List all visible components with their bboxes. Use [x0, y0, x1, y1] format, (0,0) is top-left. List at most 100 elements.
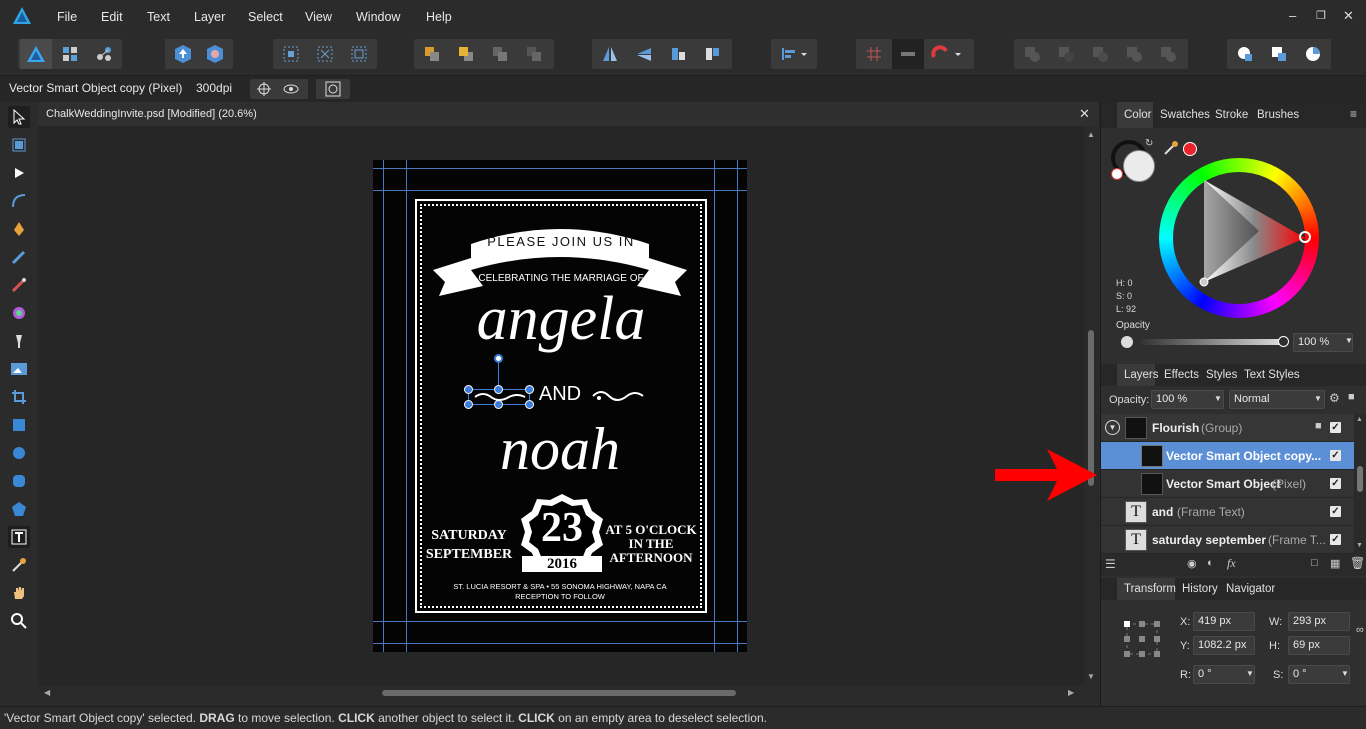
- menu-file[interactable]: File: [57, 10, 77, 24]
- y-field[interactable]: 1082.2 px: [1193, 636, 1255, 655]
- tab-navigator[interactable]: Navigator: [1226, 583, 1275, 595]
- layers-stack-icon[interactable]: ☰: [1105, 557, 1116, 571]
- tab-text-styles[interactable]: Text Styles: [1244, 369, 1300, 381]
- no-fill-icon[interactable]: [1111, 168, 1123, 180]
- horizontal-scroll-thumb[interactable]: [382, 690, 736, 696]
- flip-vertical-icon[interactable]: [628, 39, 660, 69]
- layer-visibility-checkbox[interactable]: ✓: [1330, 450, 1341, 461]
- move-to-back-icon[interactable]: [416, 39, 448, 69]
- eyedropper-icon[interactable]: [1163, 140, 1179, 159]
- app-logo-icon[interactable]: [12, 6, 32, 26]
- layer-row[interactable]: T saturday september (Frame T... ✓: [1101, 526, 1366, 554]
- color-picker-tool-icon[interactable]: [8, 554, 30, 576]
- panel-menu-icon[interactable]: ≡: [1350, 107, 1357, 121]
- handle-br[interactable]: [525, 400, 534, 409]
- lock-icon[interactable]: ■: [1348, 391, 1355, 403]
- scroll-up-icon[interactable]: ▲: [1087, 130, 1095, 139]
- add-pixel-layer-icon[interactable]: ▦: [1330, 557, 1340, 570]
- swap-colors-icon[interactable]: ↻: [1145, 138, 1153, 149]
- color-wheel[interactable]: [1159, 158, 1319, 318]
- handle-bl[interactable]: [464, 400, 473, 409]
- blend-mode-select[interactable]: Normal: [1229, 390, 1325, 409]
- handle-bc[interactable]: [494, 400, 503, 409]
- rectangle-tool-icon[interactable]: [8, 414, 30, 436]
- layers-scroll-down-icon[interactable]: ▼: [1356, 542, 1363, 549]
- expand-chevron-icon[interactable]: ▼: [1105, 420, 1120, 435]
- rounded-rect-tool-icon[interactable]: [8, 470, 30, 492]
- insert-behind-icon[interactable]: [1229, 39, 1261, 69]
- move-to-front-icon[interactable]: [518, 39, 550, 69]
- xor-icon[interactable]: [1118, 39, 1150, 69]
- close-window-icon[interactable]: ✕: [1343, 8, 1354, 24]
- ellipse-tool-icon[interactable]: [8, 442, 30, 464]
- grid-icon[interactable]: [858, 39, 890, 69]
- scroll-left-icon[interactable]: ◀: [44, 688, 50, 697]
- tab-styles[interactable]: Styles: [1206, 369, 1237, 381]
- subtract-icon[interactable]: [1050, 39, 1082, 69]
- layers-scrollbar[interactable]: ▲ ▼: [1354, 414, 1366, 554]
- text-tool-icon[interactable]: [8, 526, 30, 548]
- h-field[interactable]: 69 px: [1288, 636, 1350, 655]
- fx-icon[interactable]: fx: [1227, 556, 1236, 571]
- picked-color-swatch[interactable]: [1183, 142, 1197, 156]
- handle-tc[interactable]: [494, 385, 503, 394]
- rotate-left-icon[interactable]: [662, 39, 694, 69]
- crop-tool-icon[interactable]: [8, 386, 30, 408]
- tab-transform[interactable]: Transform: [1124, 583, 1176, 595]
- intersect-icon[interactable]: [1084, 39, 1116, 69]
- rotation-dropdown-icon[interactable]: ▼: [1246, 669, 1254, 678]
- anchor-selector-icon[interactable]: [1123, 620, 1161, 661]
- close-document-icon[interactable]: ✕: [1079, 106, 1090, 122]
- link-proportions-icon[interactable]: ∞: [1356, 624, 1364, 636]
- snapping-magnet-icon[interactable]: [926, 39, 972, 69]
- add-layer-icon[interactable]: □: [1311, 557, 1318, 569]
- pixel-persona-icon[interactable]: [54, 39, 86, 69]
- insert-inside-icon[interactable]: [1297, 39, 1329, 69]
- tab-color[interactable]: Color: [1124, 109, 1151, 121]
- adjustment-icon[interactable]: ◐: [1207, 557, 1214, 569]
- fill-color-well[interactable]: [1123, 150, 1155, 182]
- node-tool-icon[interactable]: [8, 162, 30, 184]
- transparency-tool-icon[interactable]: [8, 330, 30, 352]
- restore-icon[interactable]: ❐: [1316, 9, 1326, 22]
- layer-lock-icon[interactable]: ■: [1315, 420, 1322, 432]
- tab-brushes[interactable]: Brushes: [1257, 109, 1299, 121]
- move-back-icon[interactable]: [450, 39, 482, 69]
- shear-dropdown-icon[interactable]: ▼: [1341, 669, 1349, 678]
- menu-view[interactable]: View: [305, 10, 332, 24]
- insert-top-icon[interactable]: [1263, 39, 1295, 69]
- transform-icon-3[interactable]: [343, 39, 375, 69]
- opacity-field[interactable]: 100 %: [1293, 333, 1353, 352]
- menu-window[interactable]: Window: [356, 10, 400, 24]
- layer-visibility-checkbox[interactable]: ✓: [1330, 534, 1341, 545]
- sync-button[interactable]: [316, 79, 350, 99]
- opacity-slider[interactable]: [1141, 339, 1283, 345]
- layer-visibility-checkbox[interactable]: ✓: [1330, 506, 1341, 517]
- scroll-down-icon[interactable]: ▼: [1087, 672, 1095, 681]
- add-icon[interactable]: [1016, 39, 1048, 69]
- tab-swatches[interactable]: Swatches: [1160, 109, 1210, 121]
- layers-scroll-up-icon[interactable]: ▲: [1356, 416, 1363, 423]
- pencil-tool-icon[interactable]: [8, 246, 30, 268]
- view-icon[interactable]: [282, 81, 300, 100]
- pen-tool-icon[interactable]: [8, 218, 30, 240]
- align-dropdown-icon[interactable]: [773, 39, 815, 69]
- layer-row-selected[interactable]: Vector Smart Object copy... ✓: [1101, 442, 1366, 470]
- handle-tr[interactable]: [525, 385, 534, 394]
- layer-row[interactable]: ▼ Flourish (Group) ■ ✓: [1101, 414, 1366, 442]
- opacity-slider-handle[interactable]: [1278, 336, 1289, 347]
- place-image-icon[interactable]: [8, 358, 30, 380]
- menu-help[interactable]: Help: [426, 10, 452, 24]
- tab-stroke[interactable]: Stroke: [1215, 109, 1248, 121]
- artboard-tool-icon[interactable]: [8, 134, 30, 156]
- upload-icon[interactable]: [167, 39, 199, 69]
- snapping-assist-icon[interactable]: [199, 39, 231, 69]
- layer-settings-icon[interactable]: ⚙: [1329, 391, 1340, 405]
- menu-select[interactable]: Select: [248, 10, 283, 24]
- horizontal-scrollbar[interactable]: ◀ ▶: [38, 686, 1084, 700]
- delete-layer-icon[interactable]: 🗑: [1350, 556, 1365, 570]
- tab-history[interactable]: History: [1182, 583, 1218, 595]
- zoom-tool-icon[interactable]: [8, 610, 30, 632]
- x-field[interactable]: 419 px: [1193, 612, 1255, 631]
- tab-layers[interactable]: Layers: [1124, 369, 1159, 381]
